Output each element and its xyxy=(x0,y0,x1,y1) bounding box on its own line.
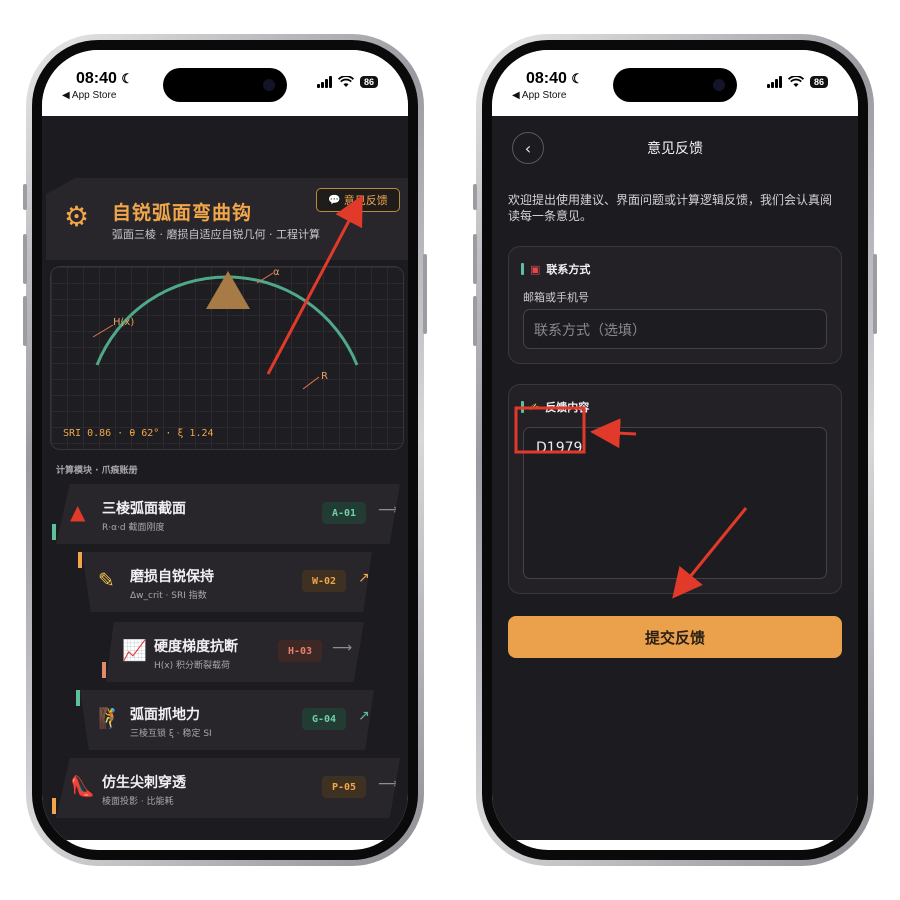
module-title: 硬度梯度抗断 xyxy=(154,639,238,655)
dynamic-island xyxy=(163,68,287,102)
triangle-icon: ▲ xyxy=(70,500,86,524)
module-code-badge: W-02 xyxy=(302,570,346,592)
status-bar: 08:40 ☾ ◀ App Store 86 xyxy=(492,50,858,116)
module-item[interactable]: 🧗 弧面抓地力三棱互锁 ξ · 稳定 SI G-04 ↗ xyxy=(80,690,374,750)
app-right: ‹ 意见反馈 欢迎提出使用建议、界面问题或计算逻辑反馈，我们会认真阅读每一条意见… xyxy=(492,116,858,840)
module-title: 仿生尖刺穿透 xyxy=(102,775,186,791)
wifi-icon xyxy=(337,76,354,87)
contact-label: 邮箱或手机号 xyxy=(523,291,589,304)
module-title: 弧面抓地力 xyxy=(130,707,200,723)
module-accent xyxy=(102,662,106,678)
module-subtitle: Δw_crit · SRI 指数 xyxy=(130,591,207,601)
battery-indicator: 86 xyxy=(809,76,828,88)
climber-icon: 🧗 xyxy=(98,706,123,730)
chart-icon: 📈 xyxy=(122,638,147,662)
app-left: ⚙ 自锐弧面弯曲钩 弧面三棱 · 磨损自适应自锐几何 · 工程计算 💬 意见反馈… xyxy=(42,116,408,840)
module-item[interactable]: ✎ 磨损自锐保持 Δw_crit · SRI 指数 W-02 ↗ xyxy=(82,552,372,612)
status-time: 08:40 xyxy=(526,70,567,87)
arrow-icon: ⟶ xyxy=(378,776,399,792)
module-item[interactable]: 👠 仿生尖刺穿透棱面投影 · 比能耗 P-05 ⟶ xyxy=(56,758,400,818)
contact-input[interactable]: 联系方式（选填） xyxy=(523,309,827,349)
hero-title: 自锐弧面弯曲钩 xyxy=(112,202,253,224)
arrow-icon: ↗ xyxy=(358,708,370,724)
moon-icon: ☾ xyxy=(571,71,584,86)
battery-indicator: 86 xyxy=(359,76,378,88)
module-title: 磨损自锐保持 xyxy=(130,569,214,585)
module-code-badge: P-05 xyxy=(322,776,366,798)
module-title: 三棱弧面截面 xyxy=(102,501,186,517)
mailbox-icon: ▣ xyxy=(530,262,541,276)
module-code-badge: G-04 xyxy=(302,708,346,730)
signal-icon xyxy=(316,76,332,88)
arrow-icon: ⟶ xyxy=(378,502,399,518)
hero-subtitle: 弧面三棱 · 磨损自适应自锐几何 · 工程计算 xyxy=(112,228,320,241)
content-card-title: 反馈内容 xyxy=(545,401,590,414)
module-subtitle: 棱面投影 · 比能耗 xyxy=(102,797,174,807)
dynamic-island xyxy=(613,68,737,102)
canvas-readout: SRI 0.86 · θ 62° · ξ 1.24 xyxy=(63,428,214,439)
heel-icon: 👠 xyxy=(70,774,95,798)
status-bar: 08:40 ☾ ◀ App Store 86 xyxy=(42,50,408,116)
moon-icon: ☾ xyxy=(121,71,134,86)
pencil-icon: ✎ xyxy=(98,568,115,592)
contact-card: ▣ 联系方式 邮箱或手机号 联系方式（选填） xyxy=(508,246,842,364)
submit-button[interactable]: 提交反馈 xyxy=(508,616,842,658)
module-subtitle: 三棱互锁 ξ · 稳定 SI xyxy=(130,729,212,739)
label-alpha: α xyxy=(273,267,280,278)
writing-hand-icon: ✍ xyxy=(530,400,540,414)
arrow-icon: ⟶ xyxy=(332,640,353,656)
signal-icon xyxy=(766,76,782,88)
feedback-value: D1979 xyxy=(536,440,583,456)
page-title: 意见反馈 xyxy=(647,141,703,157)
feedback-textarea[interactable]: D1979 xyxy=(523,427,827,579)
module-subtitle: R·α·d 截面刚度 xyxy=(102,523,165,533)
module-item[interactable]: ▲ 三棱弧面截面 R·α·d 截面刚度 A-01 ⟶ xyxy=(56,484,400,544)
geometry-canvas: H(x) α R SRI 0.86 · θ 62° · ξ 1.24 xyxy=(50,266,404,450)
module-code-badge: A-01 xyxy=(322,502,366,524)
module-item[interactable]: 📈 硬度梯度抗断 H(x) 积分断裂载荷 H-03 ⟶ xyxy=(106,622,364,682)
back-to-app-store[interactable]: ◀ App Store xyxy=(62,90,116,101)
label-r: R xyxy=(321,371,328,382)
module-accent xyxy=(78,552,82,568)
module-accent xyxy=(76,690,80,706)
wifi-icon xyxy=(787,76,804,87)
feedback-button-label: 意见反馈 xyxy=(343,194,388,207)
hook-diagram: H(x) α R xyxy=(92,267,359,390)
intro-text: 欢迎提出使用建议、界面问题或计算逻辑反馈，我们会认真阅读每一条意见。 xyxy=(508,193,833,223)
gears-icon: ⚙ xyxy=(64,200,90,233)
module-code-badge: H-03 xyxy=(278,640,322,662)
module-subtitle: H(x) 积分断裂载荷 xyxy=(154,661,230,671)
screen-left: 08:40 ☾ ◀ App Store 86 ⚙ 自锐弧面弯曲钩 弧面三棱 · … xyxy=(42,50,408,850)
contact-card-title: 联系方式 xyxy=(546,263,591,276)
section-title: 计算模块 · 爪痕账册 xyxy=(56,466,138,476)
label-h: H(x) xyxy=(113,317,134,328)
module-accent xyxy=(52,798,56,814)
module-accent xyxy=(52,524,56,540)
content-card: ✍ 反馈内容 D1979 xyxy=(508,384,842,594)
phone-frame-left: 08:40 ☾ ◀ App Store 86 ⚙ 自锐弧面弯曲钩 弧面三棱 · … xyxy=(23,34,427,866)
phone-frame-right: 08:40 ☾ ◀ App Store 86 ‹ 意见反馈 欢迎提出使用建议、界… xyxy=(473,34,877,866)
back-to-app-store[interactable]: ◀ App Store xyxy=(512,90,566,101)
status-time: 08:40 xyxy=(76,70,117,87)
feedback-button[interactable]: 💬 意见反馈 xyxy=(316,188,400,212)
speech-bubble-icon: 💬 xyxy=(328,194,341,206)
screen-right: 08:40 ☾ ◀ App Store 86 ‹ 意见反馈 欢迎提出使用建议、界… xyxy=(492,50,858,850)
arrow-icon: ↗ xyxy=(358,570,370,586)
